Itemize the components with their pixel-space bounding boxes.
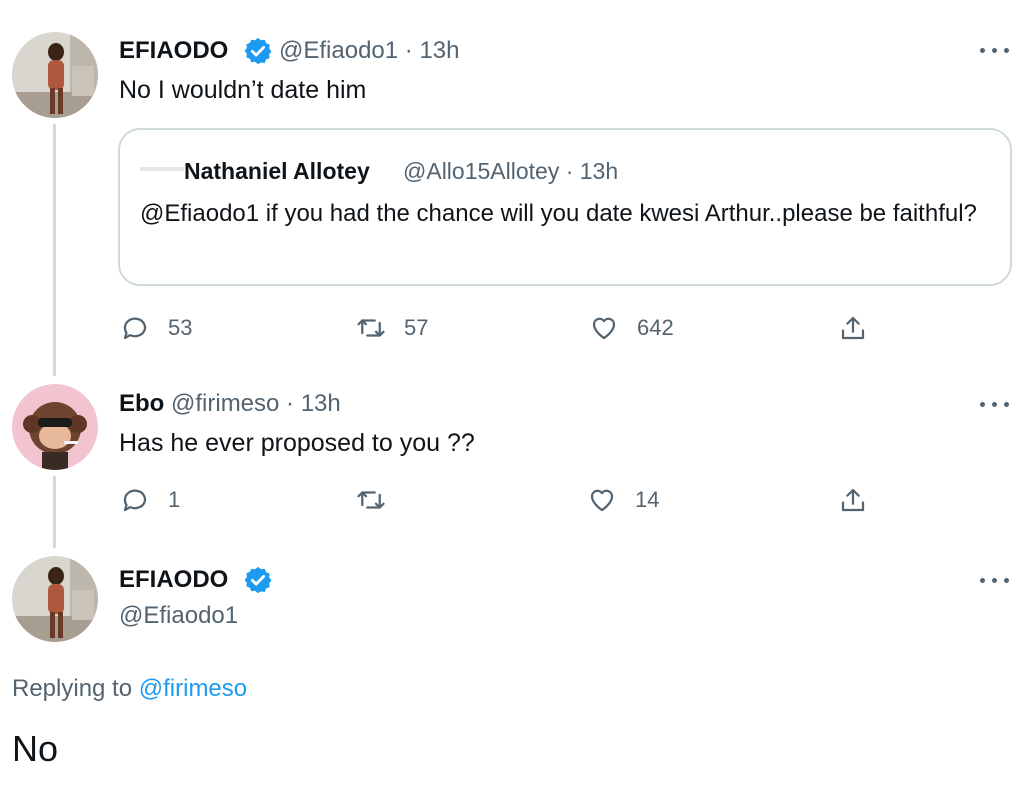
reply-button[interactable]: 53 xyxy=(120,311,192,345)
retweet-button[interactable] xyxy=(356,483,404,517)
reply-icon xyxy=(123,489,147,512)
retweet-icon xyxy=(357,319,385,337)
share-icon xyxy=(841,316,865,340)
reply-count: 53 xyxy=(168,315,193,340)
replying-to-label: Replying to xyxy=(12,675,133,702)
tweet-text: No xyxy=(12,728,59,769)
handle-timestamp[interactable]: @firimeso · 13h xyxy=(171,389,341,419)
share-button[interactable] xyxy=(838,311,868,345)
display-name[interactable]: EFIAODO xyxy=(119,565,228,595)
replying-to-handle[interactable]: @firimeso xyxy=(139,675,247,702)
quoted-tweet[interactable]: Nathaniel Allotey @Allo15Allotey · 13h @… xyxy=(118,128,1012,286)
like-icon xyxy=(590,489,614,512)
quote-display-name: Nathaniel Allotey xyxy=(184,158,370,184)
reply-button[interactable]: 1 xyxy=(120,483,180,517)
like-icon xyxy=(592,317,616,340)
quote-avatar xyxy=(140,167,184,171)
verified-badge-icon xyxy=(244,566,272,594)
reply-icon xyxy=(123,317,147,340)
tweet-text: No I wouldn’t date him xyxy=(119,76,367,104)
avatar[interactable] xyxy=(12,384,98,470)
display-name[interactable]: EFIAODO xyxy=(119,36,228,66)
display-name[interactable]: Ebo xyxy=(119,389,164,419)
like-button[interactable]: 642 xyxy=(589,311,674,345)
avatar[interactable] xyxy=(12,32,98,118)
quote-text: @Efiaodo1 if you had the chance will you… xyxy=(140,200,977,227)
retweet-button[interactable]: 57 xyxy=(356,311,428,345)
retweet-count: 57 xyxy=(404,315,429,340)
more-icon[interactable] xyxy=(980,394,1010,414)
like-count: 642 xyxy=(637,315,674,340)
replying-to: Replying to @firimeso xyxy=(12,674,247,704)
more-icon[interactable] xyxy=(980,570,1010,590)
retweet-icon xyxy=(357,491,385,509)
share-icon xyxy=(841,488,865,512)
tweet-text: Has he ever proposed to you ?? xyxy=(119,429,475,457)
thread-line xyxy=(53,124,56,376)
handle[interactable]: @Efiaodo1 xyxy=(119,601,238,631)
quote-handle-timestamp: @Allo15Allotey · 13h xyxy=(403,158,619,184)
like-count: 14 xyxy=(635,487,660,512)
thread-line xyxy=(53,476,56,548)
more-icon[interactable] xyxy=(980,40,1010,60)
handle-timestamp[interactable]: @Efiaodo1 · 13h xyxy=(279,36,459,66)
avatar[interactable] xyxy=(12,556,98,642)
like-button[interactable]: 14 xyxy=(587,483,659,517)
share-button[interactable] xyxy=(838,483,868,517)
verified-badge-icon xyxy=(244,37,272,65)
reply-count: 1 xyxy=(168,487,181,512)
